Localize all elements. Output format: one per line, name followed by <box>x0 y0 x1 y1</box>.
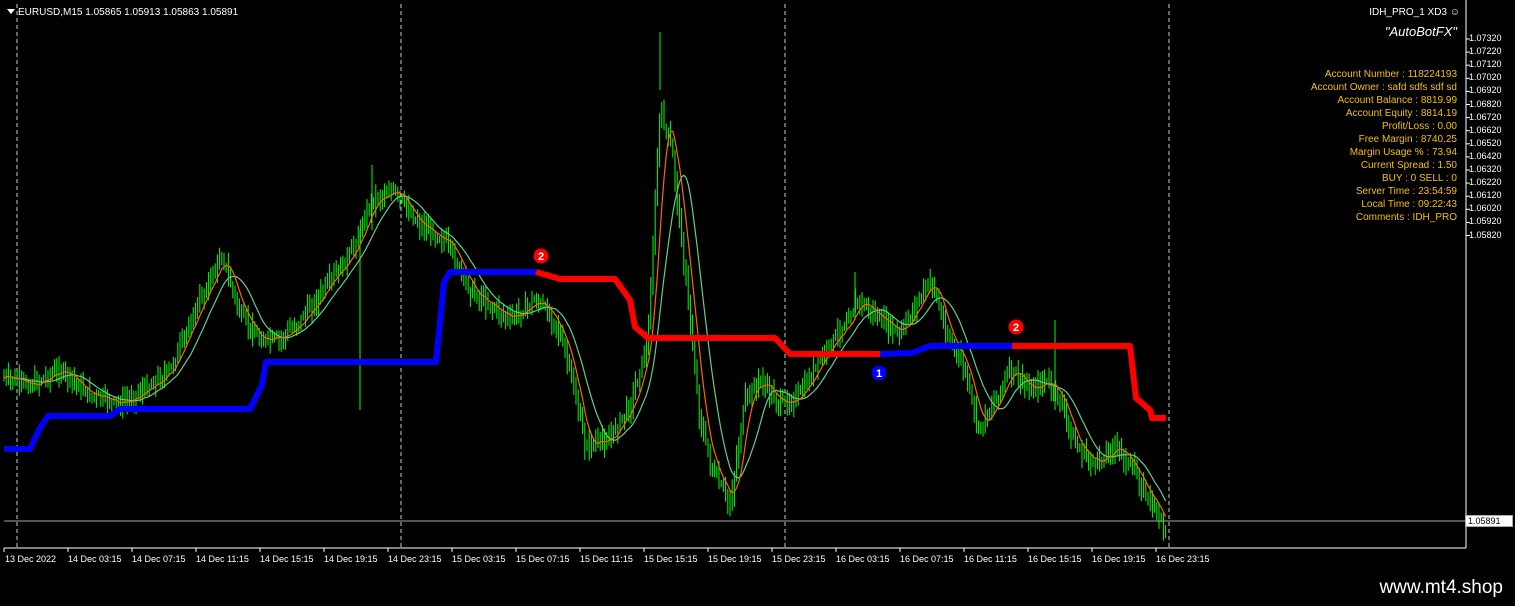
time-tick-label: 15 Dec 07:15 <box>516 554 570 564</box>
time-tick-label: 14 Dec 11:15 <box>196 554 249 564</box>
info-line: Account Balance : 8819.99 <box>1337 95 1457 106</box>
price-tick-label: 1.05820 <box>1469 229 1502 240</box>
info-line: Profit/Loss : 0.00 <box>1381 121 1457 132</box>
price-tick-label: 1.07020 <box>1469 72 1502 83</box>
price-tick-label: 1.07320 <box>1469 33 1502 43</box>
footer-bar: www.mt4.shop <box>0 572 1515 606</box>
price-tick-label: 1.06720 <box>1469 111 1502 122</box>
price-tick-label: 1.06920 <box>1469 85 1502 96</box>
price-chart[interactable]: 2 1 2 <box>0 0 1515 572</box>
indicator-brand: "AutoBotFX" <box>1384 24 1457 39</box>
buy-stop-line <box>879 343 1012 357</box>
signal-marker-label: 2 <box>538 251 544 263</box>
time-tick-label: 15 Dec 23:15 <box>772 554 826 564</box>
time-tick-label: 16 Dec 15:15 <box>1028 554 1082 564</box>
current-price-label: 1.05891 <box>1465 515 1513 527</box>
info-line: Account Number : 118224193 <box>1324 69 1457 80</box>
time-tick-label: 16 Dec 03:15 <box>836 554 890 564</box>
time-tick-label: 14 Dec 23:15 <box>388 554 442 564</box>
price-tick-label: 1.06820 <box>1469 98 1502 109</box>
info-line: Comments : IDH_PRO <box>1355 212 1457 223</box>
buy-stop-line <box>4 269 536 452</box>
account-info-panel: Account Number : 118224193 Account Owner … <box>1311 68 1457 224</box>
time-tick-label: 15 Dec 11:15 <box>580 554 633 564</box>
info-line: Account Equity : 8814.19 <box>1345 108 1457 119</box>
price-tick-label: 1.07220 <box>1469 46 1502 57</box>
sell-stop-line <box>1012 343 1166 421</box>
info-line: Server Time : 23:54:59 <box>1355 186 1457 197</box>
time-tick-label: 14 Dec 07:15 <box>132 554 186 564</box>
time-tick-label: 15 Dec 19:15 <box>708 554 762 564</box>
symbol-line: EURUSD,M15 1.05865 1.05913 1.05863 1.058… <box>18 7 239 18</box>
chart-window[interactable]: 2 1 2 EURUSD,M15 1.05865 1.05913 1.05863 1… <box>0 0 1515 572</box>
symbol-header[interactable]: EURUSD,M15 1.05865 1.05913 1.05863 1.058… <box>7 7 238 18</box>
info-line: BUY : 0 SELL : 0 <box>1381 173 1457 184</box>
time-tick-label: 16 Dec 19:15 <box>1092 554 1146 564</box>
info-line: Local Time : 09:22:43 <box>1361 199 1457 210</box>
info-line: Account Owner : safd sdfs sdf sd <box>1310 82 1457 93</box>
price-tick-label: 1.07120 <box>1469 59 1502 70</box>
footer-site-label: www.mt4.shop <box>1379 577 1503 598</box>
dropdown-icon[interactable] <box>7 9 15 14</box>
info-line: Margin Usage % : 73.94 <box>1349 147 1457 158</box>
price-tick-label: 1.06620 <box>1469 124 1502 135</box>
info-line: Free Margin : 8740.25 <box>1358 134 1457 145</box>
time-tick-label: 16 Dec 23:15 <box>1156 554 1210 564</box>
price-tick-label: 1.06520 <box>1469 137 1502 148</box>
indicator-name: IDH_PRO_1 XD3 ☺ <box>1369 7 1460 18</box>
price-tick-label: 1.05920 <box>1469 216 1502 227</box>
time-tick-label: 13 Dec 2022 <box>5 554 57 564</box>
price-tick-label: 1.06020 <box>1469 203 1502 214</box>
price-tick-label: 1.06320 <box>1469 164 1502 174</box>
info-line: Current Spread : 1.50 <box>1360 160 1457 171</box>
time-tick-label: 15 Dec 03:15 <box>452 554 506 564</box>
signal-marker-label: 2 <box>1013 322 1019 334</box>
time-tick-label: 14 Dec 03:15 <box>68 554 122 564</box>
time-tick-label: 16 Dec 11:15 <box>964 554 1017 564</box>
time-tick-label: 14 Dec 15:15 <box>260 554 314 564</box>
time-tick-label: 16 Dec 07:15 <box>900 554 954 564</box>
time-tick-label: 14 Dec 19:15 <box>324 554 378 564</box>
time-tick-label: 15 Dec 15:15 <box>644 554 698 564</box>
signal-marker-label: 1 <box>876 368 882 380</box>
price-tick-label: 1.06420 <box>1469 150 1502 161</box>
price-tick-label: 1.06220 <box>1469 177 1502 188</box>
price-tick-label: 1.06120 <box>1469 190 1502 201</box>
